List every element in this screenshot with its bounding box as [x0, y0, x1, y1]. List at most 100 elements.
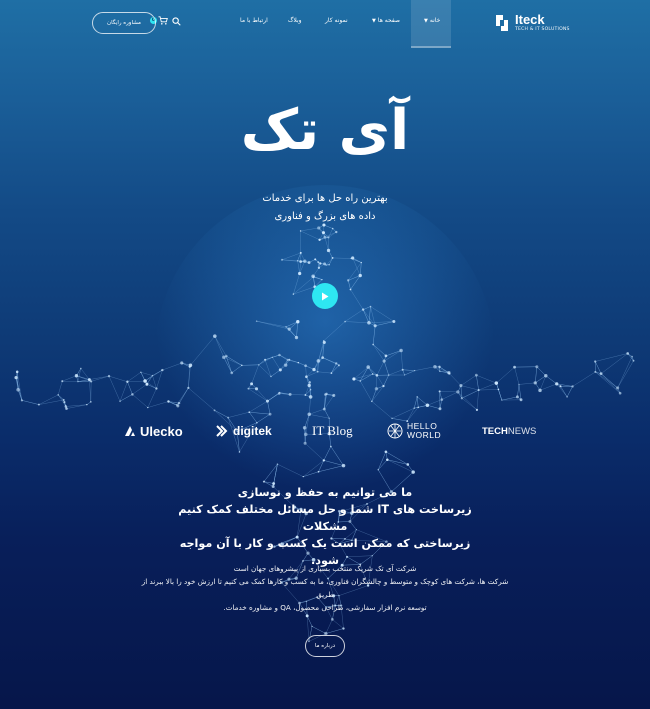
site-logo[interactable]: Iteck TECH & IT SOLUTIONS: [494, 11, 570, 35]
network-node: [276, 463, 279, 465]
hero-title: آی تک: [240, 98, 410, 163]
network-node: [328, 417, 330, 419]
network-node: [384, 450, 388, 454]
network-node: [270, 375, 272, 378]
network-node: [151, 374, 154, 377]
network-node: [335, 230, 338, 234]
network-node: [616, 386, 620, 390]
brand-name-part1: TECH: [482, 425, 508, 437]
network-node: [382, 359, 386, 363]
search-icon[interactable]: [172, 17, 181, 26]
network-node: [317, 470, 320, 473]
network-node: [538, 388, 542, 393]
network-line: [595, 371, 618, 389]
network-node: [501, 399, 503, 401]
network-node: [328, 264, 330, 266]
intro-paragraph-line2: شرکت ها، شرکت های کوچک و متوسط و چالشگرا…: [141, 577, 509, 599]
network-node: [335, 362, 338, 365]
network-node: [213, 409, 216, 412]
network-node: [322, 459, 325, 462]
about-us-button[interactable]: درباره ما: [305, 635, 345, 657]
nav-item-pages[interactable]: ▼ صفحه ها: [372, 17, 400, 24]
network-node: [322, 407, 326, 411]
network-node: [268, 412, 272, 416]
network-node: [330, 445, 332, 448]
network-node: [284, 363, 288, 367]
network-node: [367, 321, 371, 325]
network-node: [187, 386, 190, 390]
nav-item-label: وبلاگ: [288, 17, 302, 24]
nav-item-home[interactable]: ▼ خانه: [424, 17, 440, 24]
brand-name: Ulecko: [140, 423, 183, 439]
network-node: [347, 279, 350, 282]
network-node: [497, 388, 500, 391]
logo-mark-icon: [496, 15, 508, 31]
network-node: [224, 354, 228, 358]
network-node: [126, 380, 129, 383]
network-node: [176, 404, 180, 408]
network-line: [38, 394, 59, 405]
network-node: [324, 393, 327, 396]
network-node: [456, 390, 460, 394]
network-node: [387, 374, 390, 376]
network-node: [278, 353, 281, 357]
network-node: [254, 387, 259, 391]
nav-item-blog[interactable]: وبلاگ: [288, 17, 302, 24]
network-node: [371, 373, 374, 375]
play-video-button[interactable]: [312, 283, 338, 309]
intro-paragraph-line3: توسعه نرم افزار سفارشی، طراحی محصول، QA …: [223, 603, 427, 612]
network-node: [271, 356, 274, 358]
network-node: [416, 396, 418, 398]
network-node: [433, 364, 437, 369]
network-node: [307, 261, 311, 264]
network-line: [119, 394, 133, 402]
network-node: [63, 400, 66, 404]
digitek-logo-icon: [216, 425, 228, 437]
network-node: [161, 368, 164, 372]
network-node: [303, 432, 308, 437]
network-node: [331, 227, 334, 230]
network-node: [285, 326, 287, 328]
network-node: [342, 627, 345, 630]
network-line: [58, 394, 65, 403]
network-line: [535, 366, 538, 383]
nav-active-highlight: [411, 0, 451, 48]
network-node: [16, 387, 20, 392]
free-consultation-button[interactable]: مشاوره رایگان: [92, 12, 156, 34]
network-node: [299, 230, 302, 232]
network-node: [392, 320, 396, 324]
network-node: [344, 320, 346, 323]
network-node: [90, 401, 92, 403]
network-node: [230, 371, 234, 375]
logo-name: Iteck: [515, 12, 545, 28]
network-line: [147, 388, 157, 408]
network-line: [77, 368, 82, 382]
network-node: [366, 365, 371, 369]
network-node: [77, 381, 79, 383]
network-node: [14, 376, 18, 380]
nav-item-contact[interactable]: ارتباط با ما: [240, 17, 268, 24]
network-line: [108, 375, 128, 382]
network-node: [325, 264, 327, 266]
network-line: [498, 389, 502, 401]
network-node: [311, 625, 313, 628]
network-node: [86, 404, 88, 406]
network-node: [292, 293, 295, 295]
network-node: [264, 358, 267, 361]
network-node: [323, 340, 325, 342]
nav-item-portfolio[interactable]: نمونه کار: [325, 17, 348, 24]
network-node: [377, 469, 379, 471]
network-line: [566, 386, 573, 397]
network-node: [280, 258, 284, 261]
network-node: [61, 380, 64, 383]
network-node: [20, 399, 24, 402]
network-node: [258, 364, 260, 366]
network-node: [311, 274, 315, 279]
network-line: [127, 381, 133, 395]
network-node: [317, 226, 321, 230]
chevron-down-icon: ▼: [372, 17, 376, 24]
network-node: [571, 385, 574, 388]
network-node: [80, 367, 82, 370]
cart-icon: [158, 16, 168, 25]
network-node: [631, 355, 633, 358]
